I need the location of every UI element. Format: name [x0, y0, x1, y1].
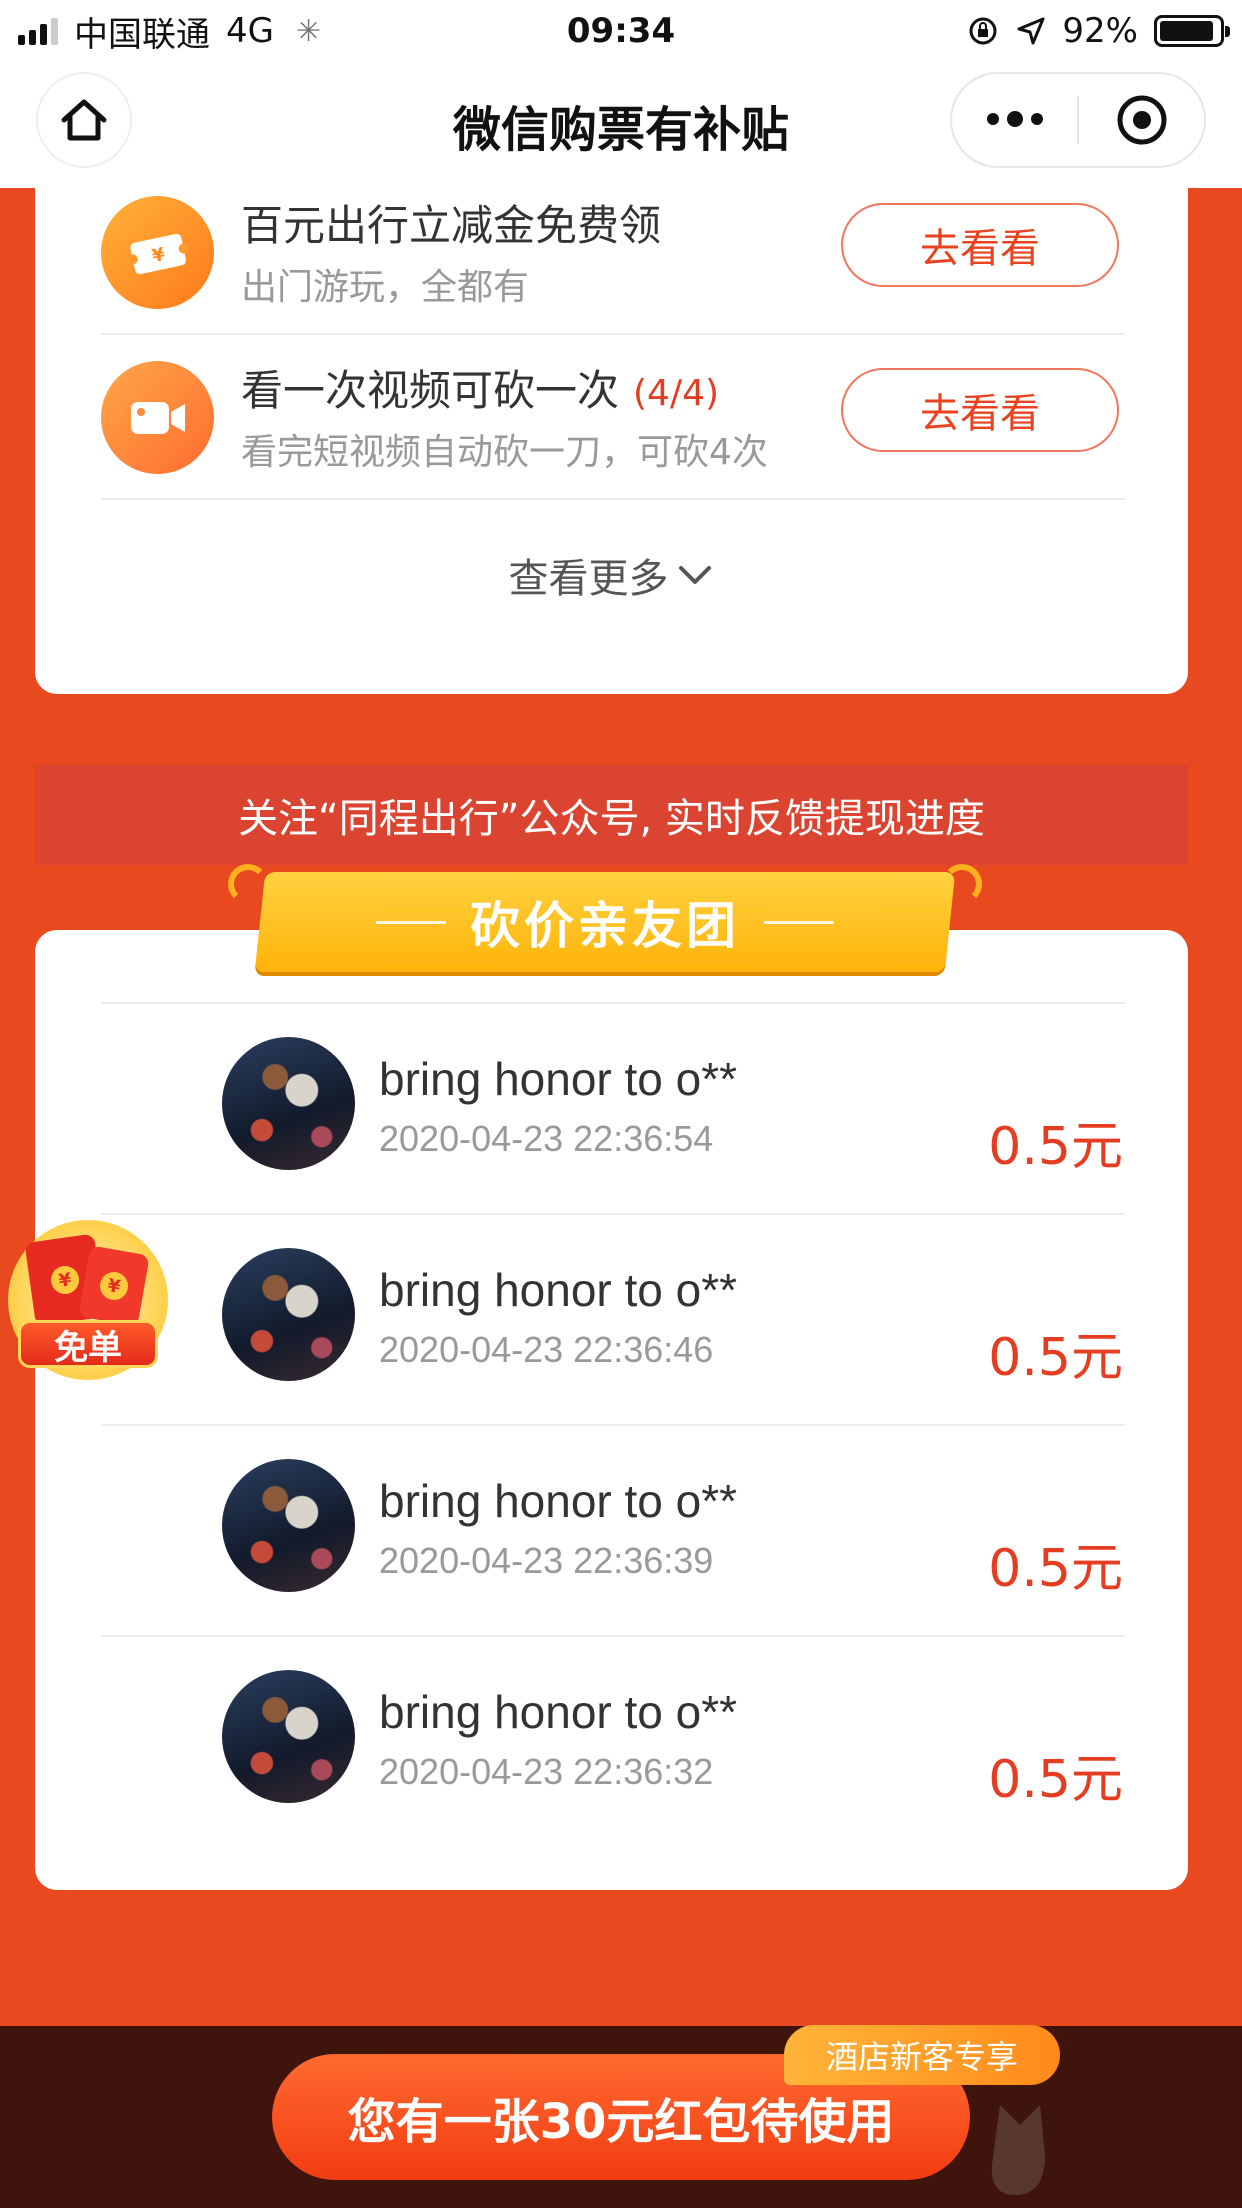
- task-row: 看一次视频可砍一次 (4/4) 看完短视频自动砍一刀，可砍4次 去看看: [101, 335, 1125, 500]
- friend-name: bring honor to o**: [379, 1053, 738, 1105]
- see-more-label: 查看更多: [508, 556, 669, 602]
- friend-amount: 0.5元: [988, 1117, 1123, 1177]
- mini-program-capsule: [950, 72, 1206, 168]
- friend-row: bring honor to o** 2020-04-23 22:36:32 0…: [101, 1635, 1125, 1846]
- task-count: (4/4): [633, 373, 720, 414]
- status-bar: 中国联通 4G ✳ 09:34 92%: [0, 0, 1242, 62]
- status-left: 中国联通 4G ✳: [18, 7, 321, 56]
- friend-row: bring honor to o** 2020-04-23 22:36:39 0…: [101, 1424, 1125, 1635]
- friend-time: 2020-04-23 22:36:46: [379, 1329, 714, 1370]
- task-title: 看一次视频可砍一次 (4/4): [241, 357, 719, 418]
- chevron-down-icon: [678, 566, 711, 584]
- video-camera-icon: [101, 361, 214, 474]
- task-title: 百元出行立减金免费领: [241, 192, 661, 253]
- ribbon-line: [764, 920, 834, 924]
- friend-amount: 0.5元: [988, 1328, 1123, 1388]
- section-ribbon: 砍价亲友团: [220, 858, 990, 988]
- friend-name: bring honor to o**: [379, 1264, 738, 1316]
- hotel-new-customer-tag: 酒店新客专享: [784, 2025, 1060, 2085]
- more-dots-icon: [986, 111, 1043, 127]
- section-title: 砍价亲友团: [470, 897, 740, 955]
- ribbon-line: [376, 920, 446, 924]
- go-see-button[interactable]: 去看看: [841, 203, 1119, 287]
- home-button[interactable]: [36, 72, 132, 168]
- more-button[interactable]: [952, 74, 1077, 166]
- see-more-button[interactable]: 查看更多: [35, 546, 1188, 604]
- friend-amount: 0.5元: [988, 1750, 1123, 1810]
- friends-card: bring honor to o** 2020-04-23 22:36:54 0…: [35, 930, 1188, 1890]
- avatar: [222, 1670, 355, 1803]
- friend-time: 2020-04-23 22:36:39: [379, 1540, 714, 1581]
- task-title-text: 百元出行立减金免费领: [241, 201, 662, 250]
- battery-icon: [1154, 15, 1230, 47]
- friend-row: bring honor to o** 2020-04-23 22:36:54 0…: [101, 1002, 1125, 1213]
- task-subtitle: 看完短视频自动砍一刀，可砍4次: [241, 432, 768, 473]
- task-card: ¥ 百元出行立减金免费领 出门游玩，全都有 去看看 看一次视频可砍一次 (4/4)…: [35, 170, 1188, 694]
- friend-name: bring honor to o**: [379, 1475, 738, 1527]
- rotation-lock-icon: [969, 17, 997, 45]
- status-right: 92%: [966, 11, 1230, 51]
- avatar: [222, 1459, 355, 1592]
- ticket-icon: ¥: [101, 196, 214, 309]
- ribbon-banner: 砍价亲友团: [254, 872, 956, 972]
- watermark-logo-icon: [991, 2105, 1045, 2195]
- friend-time: 2020-04-23 22:36:32: [379, 1751, 714, 1792]
- ribbon-text: 砍价亲友团: [376, 886, 834, 958]
- page-title: 微信购票有补贴: [452, 102, 789, 158]
- avatar: [222, 1248, 355, 1381]
- target-close-icon: [1117, 95, 1166, 145]
- task-row: ¥ 百元出行立减金免费领 出门游玩，全都有 去看看: [101, 170, 1125, 335]
- friend-row: bring honor to o** 2020-04-23 22:36:46 0…: [101, 1213, 1125, 1424]
- task-title-text: 看一次视频可砍一次: [241, 366, 620, 415]
- follow-banner[interactable]: 关注“同程出行”公众号, 实时反馈提现进度: [35, 765, 1188, 865]
- red-envelope-icon: ¥: [78, 1245, 150, 1327]
- friend-amount: 0.5元: [988, 1539, 1123, 1599]
- network-label: 4G: [226, 11, 274, 51]
- loading-icon: ✳: [295, 13, 322, 49]
- task-subtitle: 出门游玩，全都有: [241, 267, 530, 308]
- signal-icon: [18, 17, 58, 45]
- carrier-label: 中国联通: [74, 14, 210, 55]
- battery-percent: 92%: [1062, 11, 1138, 51]
- friend-name: bring honor to o**: [379, 1686, 738, 1738]
- avatar: [222, 1037, 355, 1170]
- battery-fill: [1160, 21, 1214, 41]
- go-see-button[interactable]: 去看看: [841, 368, 1119, 452]
- home-icon: [61, 99, 107, 141]
- location-icon: [1017, 17, 1045, 45]
- free-order-label: 免单: [18, 1320, 158, 1368]
- free-order-badge[interactable]: ¥ ¥ 免单: [8, 1220, 168, 1380]
- status-time: 09:34: [566, 11, 676, 51]
- friend-time: 2020-04-23 22:36:54: [379, 1118, 714, 1159]
- close-button[interactable]: [1079, 74, 1204, 166]
